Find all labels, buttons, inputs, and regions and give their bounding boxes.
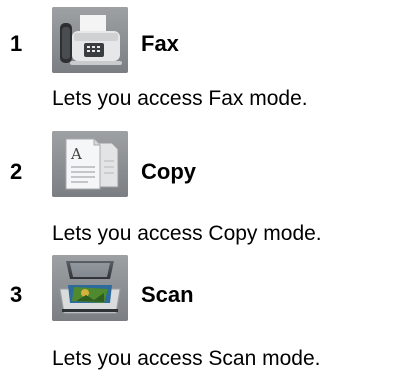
fax-icon bbox=[52, 7, 128, 73]
svg-text:A: A bbox=[70, 145, 82, 163]
item-number: 3 bbox=[10, 282, 23, 307]
list-item-scan: 3 Scan Lets you access Scan mode. bbox=[0, 253, 409, 371]
list-item-fax: 1 Fax Lets you access Fax mode. bbox=[0, 0, 409, 118]
item-label: Copy bbox=[141, 159, 196, 184]
item-description: Lets you access Fax mode. bbox=[52, 87, 308, 110]
item-label: Scan bbox=[141, 282, 194, 307]
list-item-copy: 2 A Copy Lets you access Copy mode. bbox=[0, 125, 409, 245]
copy-button[interactable]: A bbox=[52, 131, 128, 197]
item-number: 2 bbox=[10, 159, 23, 184]
fax-button[interactable] bbox=[52, 7, 128, 73]
item-description: Lets you access Scan mode. bbox=[52, 347, 321, 370]
item-number: 1 bbox=[10, 31, 23, 56]
scanner-icon bbox=[52, 255, 128, 321]
copy-icon: A bbox=[52, 131, 128, 197]
item-label: Fax bbox=[141, 31, 179, 56]
item-description: Lets you access Copy mode. bbox=[52, 222, 322, 245]
scan-button[interactable] bbox=[52, 255, 128, 321]
